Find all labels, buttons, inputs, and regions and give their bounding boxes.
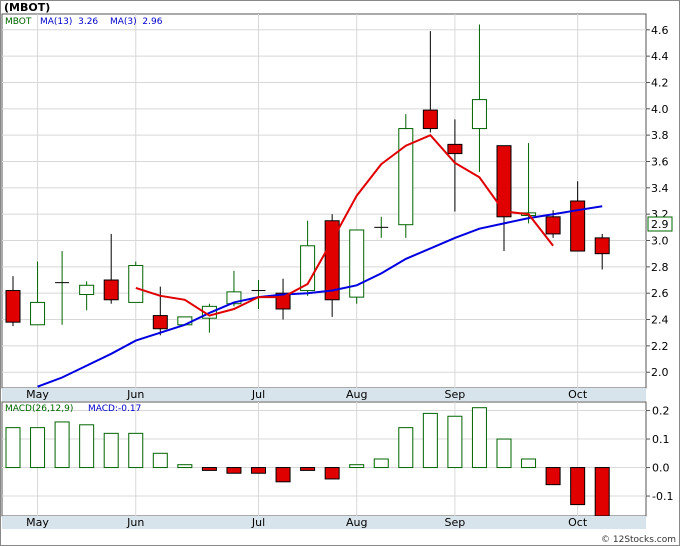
macd-bar-negative <box>251 467 266 474</box>
macd-y-tick-label: -0.1 <box>652 490 673 503</box>
footer-copyright: © 12Stocks.com <box>601 535 676 545</box>
candle-down <box>422 109 438 130</box>
chart-title: (MBOT) <box>4 1 50 14</box>
price-plot-area <box>1 13 647 389</box>
legend-symbol: MBOT <box>5 17 32 27</box>
macd-bar-positive <box>79 424 95 469</box>
macd-bar-positive <box>349 464 365 469</box>
price-y-tick-label: 2.0 <box>651 366 669 379</box>
macd-bar-negative <box>275 467 291 483</box>
macd-bar-negative <box>324 467 340 480</box>
macd-y-tick-label: 0.0 <box>652 462 670 475</box>
legend-ma3: MA(3) 2.96 <box>110 17 163 27</box>
macd-bar-positive <box>128 432 144 469</box>
macd-x-axis-band <box>2 516 646 529</box>
price-y-tick-label: 2.4 <box>651 314 669 327</box>
price-panel: 2.02.22.42.62.83.03.23.43.63.84.04.24.44… <box>1 13 673 401</box>
macd-x-tick-label: Oct <box>568 516 588 529</box>
macd-bar-positive <box>398 427 414 469</box>
macd-bar-negative <box>201 467 217 471</box>
price-y-tick-label: 4.4 <box>651 50 669 63</box>
candle-down <box>5 290 21 323</box>
macd-bar-negative <box>226 467 242 474</box>
macd-bar-negative <box>545 467 561 486</box>
macd-bar-positive <box>422 412 438 469</box>
macd-plot-area <box>1 401 647 517</box>
candle-up <box>177 316 193 326</box>
price-y-tick-label: 3.8 <box>651 129 669 142</box>
price-y-tick-label: 3.4 <box>651 182 669 195</box>
price-x-tick-label: Sep <box>445 388 466 401</box>
price-legend: MBOT MA(13) 3.26 MA(3) 2.96 <box>5 17 163 27</box>
macd-bar-positive <box>152 452 168 469</box>
candle-up <box>30 301 46 326</box>
macd-bar-negative <box>300 467 316 471</box>
price-y-tick-label: 3.6 <box>651 155 669 168</box>
macd-bar-negative <box>594 467 610 517</box>
candle-down <box>152 315 168 330</box>
macd-legend-value: MACD:-0.17 <box>88 404 141 414</box>
macd-bar-positive <box>54 421 70 469</box>
candle-up <box>128 265 144 303</box>
macd-x-tick-label: Aug <box>346 516 367 529</box>
macd-bar-positive <box>5 427 21 469</box>
macd-bar-positive <box>373 458 389 469</box>
price-x-tick-label: May <box>26 388 49 401</box>
candle-up <box>471 99 487 130</box>
macd-y-tick-label: 0.1 <box>652 433 670 446</box>
macd-x-tick-label: May <box>26 516 49 529</box>
macd-bar-negative <box>570 467 586 506</box>
candle-down <box>447 143 463 155</box>
price-x-tick-label: Aug <box>346 388 367 401</box>
price-y-tick-label: 4.0 <box>651 103 669 116</box>
macd-legend-name: MACD(26,12,9) <box>5 404 73 414</box>
last-price-tag: 2.9 <box>647 216 673 232</box>
macd-bar-positive <box>447 415 463 469</box>
macd-bar-positive <box>103 432 119 469</box>
price-x-axis-band <box>2 388 646 401</box>
macd-y-tick-label: 0.2 <box>652 405 670 418</box>
candle-down <box>594 237 610 255</box>
macd-x-tick-label: Sep <box>445 516 466 529</box>
candle-down <box>545 216 561 235</box>
macd-panel: -0.1 0.0 0.1 0.2 May Jun Jul Aug Sep Oct MACD(26… <box>1 401 673 529</box>
stock-chart: 2.02.22.42.62.83.03.23.43.63.84.04.24.44… <box>0 0 680 546</box>
price-y-tick-label: 2.2 <box>651 340 669 353</box>
price-y-tick-label: 2.8 <box>651 261 669 274</box>
price-x-tick-label: Oct <box>568 388 588 401</box>
price-x-tick-label: Jun <box>126 388 144 401</box>
macd-bar-positive <box>521 458 537 469</box>
price-y-tick-label: 4.6 <box>651 24 669 37</box>
price-y-tick-label: 4.2 <box>651 76 669 89</box>
legend-ma13: MA(13) 3.26 <box>40 17 98 27</box>
macd-bar-positive <box>496 438 512 469</box>
price-y-tick-label: 2.6 <box>651 287 669 300</box>
price-x-tick-label: Jul <box>251 388 265 401</box>
macd-bar-positive <box>471 407 487 469</box>
last-price-label: 2.9 <box>651 218 669 231</box>
price-y-tick-label: 3.0 <box>651 235 669 248</box>
candle-up <box>79 284 95 295</box>
macd-x-tick-label: Jul <box>251 516 265 529</box>
macd-bar-positive <box>177 464 193 469</box>
candle-down <box>103 279 119 301</box>
macd-bar-positive <box>30 427 46 469</box>
macd-x-tick-label: Jun <box>126 516 144 529</box>
